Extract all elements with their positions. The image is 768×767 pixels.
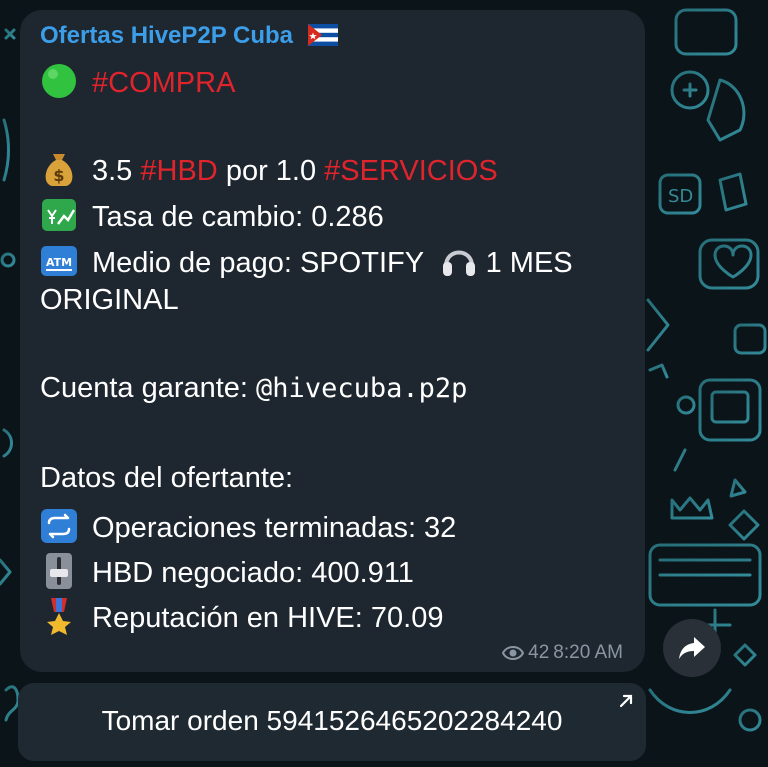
svg-text:SD: SD bbox=[668, 186, 693, 207]
message-bubble: Ofertas HiveP2P Cuba #COMPRA $ 3.5 #HBD bbox=[20, 10, 645, 672]
hbd-traded: HBD negociado: 400.911 bbox=[92, 557, 414, 589]
operations-line: Operaciones terminadas: 32 bbox=[40, 507, 456, 545]
take-order-label: Tomar orden 5941526465202284240 bbox=[101, 705, 563, 736]
type-line: #COMPRA bbox=[40, 62, 235, 100]
message-meta: 42 8:20 AM bbox=[498, 642, 623, 667]
type-hashtag[interactable]: #COMPRA bbox=[92, 67, 235, 99]
share-button[interactable] bbox=[663, 619, 721, 677]
chart-yen-icon bbox=[40, 196, 78, 234]
cuba-flag-icon bbox=[307, 24, 338, 53]
take-order-button[interactable]: Tomar orden 5941526465202284240 bbox=[18, 683, 646, 761]
share-arrow-icon bbox=[679, 637, 705, 659]
svg-text:$: $ bbox=[53, 166, 64, 185]
asset-hashtag[interactable]: #HBD bbox=[140, 155, 217, 187]
channel-name[interactable]: Ofertas HiveP2P Cuba bbox=[40, 22, 338, 53]
por-text: por 1.0 bbox=[225, 155, 317, 187]
offerer-heading: Datos del ofertante: bbox=[40, 462, 294, 494]
payment-line-continued: ORIGINAL bbox=[40, 284, 179, 317]
amount-line: $ 3.5 #HBD por 1.0 #SERVICIOS bbox=[40, 150, 498, 188]
payment-detail-2: ORIGINAL bbox=[40, 284, 179, 316]
operations-count: Operaciones terminadas: 32 bbox=[92, 512, 457, 544]
amount-value: 3.5 bbox=[92, 155, 133, 187]
repeat-icon bbox=[40, 507, 78, 545]
svg-text:ATM: ATM bbox=[46, 256, 72, 269]
reputation-value: Reputación en HIVE: 70.09 bbox=[92, 602, 444, 634]
escrow-label: Cuenta garante: bbox=[40, 372, 248, 404]
rate-line: Tasa de cambio: 0.286 bbox=[40, 196, 384, 234]
headphones-icon bbox=[440, 242, 478, 280]
payment-detail: 1 MES bbox=[485, 247, 573, 279]
escrow-line: Cuenta garante: @hivecuba.p2p bbox=[40, 372, 467, 405]
reputation-line: Reputación en HIVE: 70.09 bbox=[40, 597, 443, 635]
money-bag-icon: $ bbox=[40, 150, 78, 188]
external-arrow-icon bbox=[619, 694, 633, 708]
payment-method: Medio de pago: SPOTIFY bbox=[92, 247, 424, 279]
exchange-rate: Tasa de cambio: 0.286 bbox=[92, 201, 384, 233]
level-slider-icon bbox=[40, 552, 78, 590]
view-count: 42 bbox=[528, 642, 550, 663]
military-medal-icon bbox=[40, 597, 78, 635]
payment-line: ATM Medio de pago: SPOTIFY 1 MES bbox=[40, 242, 573, 280]
hbd-traded-line: HBD negociado: 400.911 bbox=[40, 552, 414, 590]
green-circle-icon bbox=[40, 62, 78, 100]
escrow-account[interactable]: @hivecuba.p2p bbox=[256, 373, 467, 404]
atm-icon: ATM bbox=[40, 242, 78, 280]
eye-icon bbox=[502, 645, 525, 667]
message-time: 8:20 AM bbox=[553, 642, 623, 663]
category-hashtag[interactable]: #SERVICIOS bbox=[324, 155, 498, 187]
